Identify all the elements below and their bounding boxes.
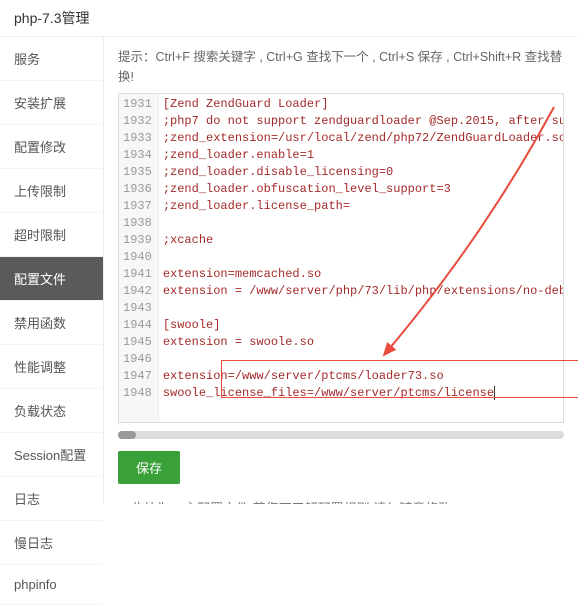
sidebar-item[interactable]: phpinfo (0, 565, 103, 605)
config-editor[interactable]: 1931193219331934193519361937193819391940… (118, 93, 564, 423)
sidebar: 服务安装扩展配置修改上传限制超时限制配置文件禁用函数性能调整负载状态Sessio… (0, 37, 104, 504)
layout: 服务安装扩展配置修改上传限制超时限制配置文件禁用函数性能调整负载状态Sessio… (0, 37, 578, 504)
sidebar-item[interactable]: Session配置 (0, 433, 103, 477)
sidebar-item[interactable]: 安装扩展 (0, 81, 103, 125)
shortcut-hint: 提示：Ctrl+F 搜索关键字 , Ctrl+G 查找下一个 , Ctrl+S … (118, 47, 564, 87)
sidebar-item[interactable]: 性能调整 (0, 345, 103, 389)
sidebar-item[interactable]: 慢日志 (0, 521, 103, 565)
sidebar-item[interactable]: 负载状态 (0, 389, 103, 433)
sidebar-item[interactable]: 配置文件 (0, 257, 103, 301)
line-gutter: 1931193219331934193519361937193819391940… (119, 94, 159, 422)
sidebar-item[interactable]: 禁用函数 (0, 301, 103, 345)
sidebar-item[interactable]: 日志 (0, 477, 103, 521)
main-panel: 提示：Ctrl+F 搜索关键字 , Ctrl+G 查找下一个 , Ctrl+S … (104, 37, 578, 504)
scrollbar-thumb[interactable] (118, 431, 136, 439)
sidebar-item[interactable]: 上传限制 (0, 169, 103, 213)
page-title: php-7.3管理 (0, 0, 578, 37)
config-note: 此处为73主配置文件,若您不了解配置规则,请勿随意修改。 (118, 498, 564, 504)
code-content[interactable]: [Zend ZendGuard Loader];php7 do not supp… (159, 94, 563, 422)
save-button[interactable]: 保存 (118, 451, 180, 484)
sidebar-item[interactable]: 服务 (0, 37, 103, 81)
sidebar-item[interactable]: 配置修改 (0, 125, 103, 169)
sidebar-item[interactable]: 超时限制 (0, 213, 103, 257)
horizontal-scrollbar[interactable] (118, 431, 564, 439)
